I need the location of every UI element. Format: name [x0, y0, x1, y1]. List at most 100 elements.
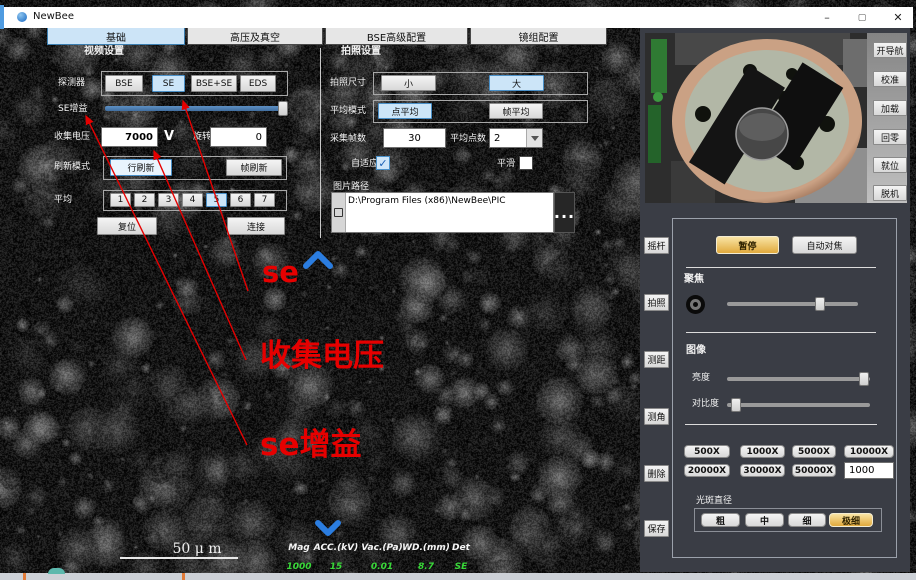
points-value: 2 — [494, 133, 526, 144]
pause-button[interactable]: 暂停 — [716, 236, 779, 254]
nav-offline-button[interactable]: 脱机 — [873, 185, 907, 201]
path-box[interactable]: D:\Program Files (x86)\NewBee\PIC — [331, 192, 554, 233]
mag-50000x-button[interactable]: 50000X — [792, 464, 836, 477]
detector-label: 探测器 — [58, 79, 85, 88]
detector-bse-se-button[interactable]: BSE+SE — [191, 75, 237, 92]
focus-slider-thumb[interactable] — [815, 297, 825, 311]
control-panel-group — [672, 218, 897, 558]
average-6-button[interactable]: 6 — [230, 193, 251, 207]
average-5-button[interactable]: 5 — [206, 193, 227, 207]
video-settings-title: 视频设置 — [84, 47, 124, 57]
tab-lens-config[interactable]: 镜组配置 — [470, 27, 607, 45]
connect-button[interactable]: 连接 — [227, 217, 285, 235]
annotation-se: se — [262, 258, 299, 287]
spot-extra-fine-button[interactable]: 极细 — [829, 513, 873, 527]
path-handle-icon — [334, 208, 343, 217]
rotation-label: 旋转 — [193, 133, 211, 142]
readout-vac: Vac.(Pa)0.01 — [361, 543, 402, 572]
average-label: 平均 — [54, 196, 72, 205]
point-average-button[interactable]: 点平均 — [378, 103, 432, 119]
se-gain-slider-thumb[interactable] — [278, 101, 288, 116]
minimize-button[interactable]: – — [811, 7, 843, 28]
spot-coarse-button[interactable]: 粗 — [701, 513, 740, 527]
tab-bse-advanced[interactable]: BSE高级配置 — [325, 27, 468, 45]
image-section-label: 图像 — [686, 346, 706, 356]
points-label: 平均点数 — [450, 135, 486, 144]
mag-1000x-button[interactable]: 1000X — [740, 445, 785, 458]
tab-hv-vacuum[interactable]: 高压及真空 — [187, 27, 323, 45]
size-small-button[interactable]: 小 — [381, 75, 436, 91]
tool-joystick-button[interactable]: 摇杆 — [644, 237, 669, 254]
mag-input[interactable]: 1000 — [844, 462, 894, 479]
smooth-checkbox[interactable] — [519, 156, 533, 170]
refresh-line-button[interactable]: 行刷新 — [110, 159, 172, 176]
taskbar-peek-orange-1 — [23, 573, 26, 580]
frame-average-button[interactable]: 帧平均 — [489, 103, 543, 119]
nav-home-button[interactable]: 回零 — [873, 129, 907, 145]
app-window: 50 μ m Mag1000 ACC.(kV)15 Vac.(Pa)0.01 W… — [0, 0, 916, 580]
average-3-button[interactable]: 3 — [158, 193, 179, 207]
readout-acc: ACC.(kV)15 — [314, 543, 359, 572]
detector-eds-button[interactable]: EDS — [240, 75, 276, 92]
mag-30000x-button[interactable]: 30000X — [740, 464, 785, 477]
frames-label: 采集帧数 — [330, 135, 366, 144]
tool-measure-angle-button[interactable]: 测角 — [644, 408, 669, 425]
contrast-label: 对比度 — [692, 400, 719, 409]
detector-bse-button[interactable]: BSE — [105, 75, 143, 92]
mag-5000x-button[interactable]: 5000X — [792, 445, 836, 458]
collect-voltage-input[interactable]: 7000 — [101, 127, 158, 147]
brightness-label: 亮度 — [692, 374, 710, 383]
contrast-slider-thumb[interactable] — [731, 398, 741, 412]
reset-button[interactable]: 复位 — [97, 217, 157, 235]
brightness-slider-track[interactable] — [727, 377, 870, 381]
nav-in-position-button[interactable]: 就位 — [873, 157, 907, 173]
tool-measure-distance-button[interactable]: 测距 — [644, 351, 669, 368]
detector-se-button[interactable]: SE — [152, 75, 185, 92]
focus-slider-track[interactable] — [727, 302, 858, 306]
maximize-button[interactable]: ▢ — [846, 7, 878, 28]
nav-open-navigation-button[interactable]: 开导航 — [873, 42, 907, 58]
tool-delete-button[interactable]: 删除 — [644, 465, 669, 482]
avg-mode-label: 平均模式 — [330, 107, 366, 116]
collect-voltage-label: 收集电压 — [54, 133, 90, 142]
dropdown-chevron-icon[interactable] — [526, 129, 542, 147]
tab-basic[interactable]: 基础 — [47, 27, 185, 45]
spot-medium-button[interactable]: 中 — [745, 513, 784, 527]
nav-calibrate-button[interactable]: 校准 — [873, 71, 907, 87]
app-icon — [17, 12, 27, 22]
adaptive-checkbox[interactable]: ✓ — [376, 156, 390, 170]
rotation-input[interactable]: 0 — [210, 127, 267, 147]
taskbar-strip — [0, 573, 916, 580]
average-4-button[interactable]: 4 — [182, 193, 203, 207]
size-large-button[interactable]: 大 — [489, 75, 544, 91]
points-dropdown[interactable]: 2 — [489, 128, 543, 148]
refresh-frame-button[interactable]: 帧刷新 — [226, 159, 282, 176]
path-gutter — [332, 193, 346, 232]
autofocus-button[interactable]: 自动对焦 — [792, 236, 857, 254]
mag-20000x-button[interactable]: 20000X — [684, 464, 730, 477]
readout-mag: Mag1000 — [286, 543, 311, 572]
tool-save-button[interactable]: 保存 — [644, 520, 669, 537]
spot-size-label: 光斑直径 — [696, 497, 732, 506]
contrast-slider-track[interactable] — [727, 403, 870, 407]
average-1-button[interactable]: 1 — [110, 193, 131, 207]
divider-1 — [686, 267, 876, 268]
se-gain-slider-track[interactable] — [105, 106, 283, 111]
nav-load-button[interactable]: 加载 — [873, 100, 907, 116]
tool-snapshot-button[interactable]: 拍照 — [644, 294, 669, 311]
divider-2 — [686, 332, 876, 333]
close-button[interactable]: ✕ — [881, 7, 915, 28]
mag-500x-button[interactable]: 500X — [684, 445, 730, 458]
focus-target-icon[interactable] — [686, 295, 705, 314]
average-7-button[interactable]: 7 — [254, 193, 275, 207]
spot-fine-button[interactable]: 细 — [788, 513, 826, 527]
brightness-slider-thumb[interactable] — [859, 372, 869, 386]
average-2-button[interactable]: 2 — [134, 193, 155, 207]
window-edge-accent — [0, 5, 4, 29]
path-input[interactable]: D:\Program Files (x86)\NewBee\PIC — [346, 193, 553, 232]
camera-view — [645, 33, 907, 203]
mag-10000x-button[interactable]: 10000X — [844, 445, 894, 458]
frames-input[interactable]: 30 — [383, 128, 446, 148]
browse-button[interactable]: ... — [554, 192, 575, 233]
title-bar: NewBee – ▢ ✕ — [3, 7, 913, 28]
